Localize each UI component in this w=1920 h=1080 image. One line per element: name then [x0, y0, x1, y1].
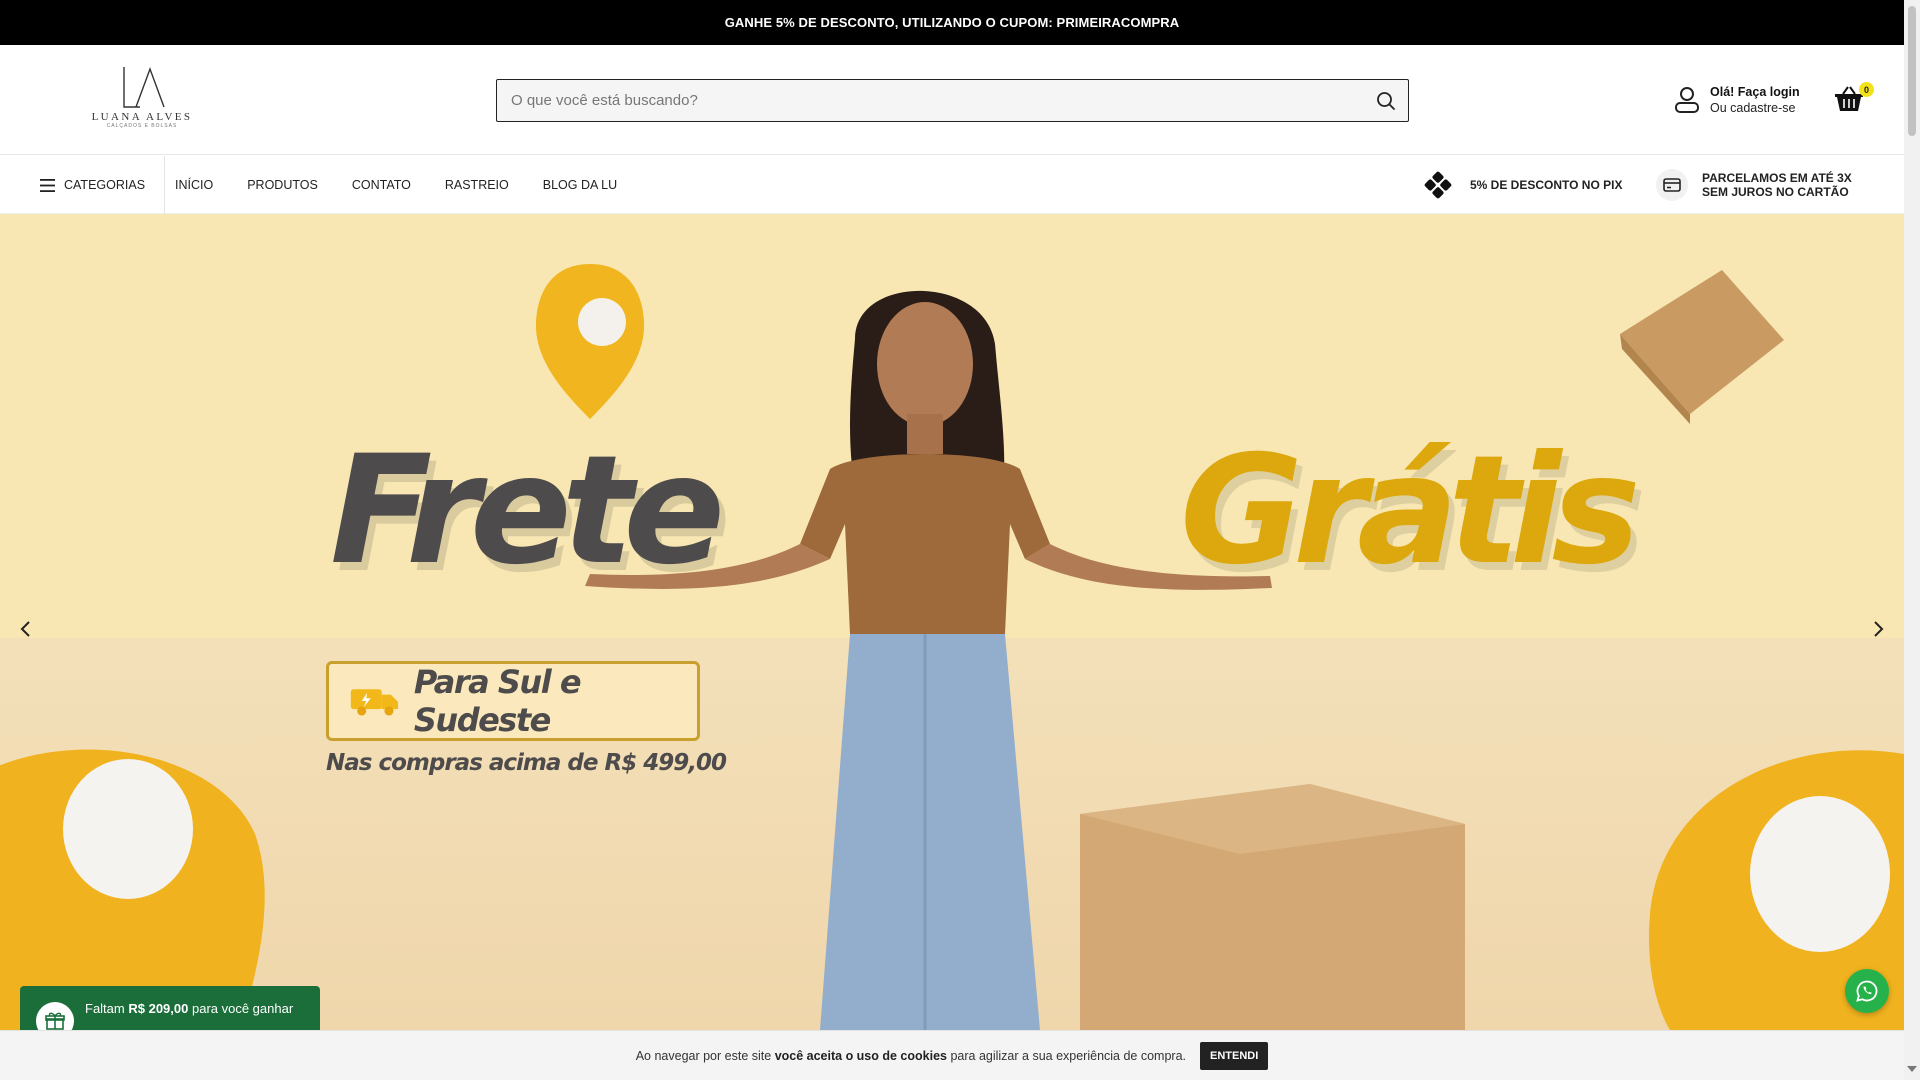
whatsapp-icon [1856, 980, 1878, 1002]
free-shipping-suffix: para você ganhar [191, 1000, 294, 1016]
location-pin-icon [535, 264, 645, 419]
whatsapp-button[interactable] [1845, 969, 1889, 1013]
pix-perk-text: 5% DE DESCONTO NO PIX [1470, 178, 1623, 192]
nav-links: INÍCIO PRODUTOS CONTATO RASTREIO BLOG DA… [175, 156, 651, 214]
search-button[interactable] [1364, 80, 1408, 121]
nav-link-blog[interactable]: BLOG DA LU [543, 178, 617, 192]
main-nav: CATEGORIAS INÍCIO PRODUTOS CONTATO RASTR… [0, 156, 1904, 214]
scroll-down-arrow-icon[interactable] [1907, 1066, 1917, 1072]
delivery-truck-icon [350, 689, 399, 716]
login-label[interactable]: Olá! Faça login [1710, 85, 1800, 99]
hero-banner[interactable]: Frete Grátis Para Sul e Sudeste Nas comp… [0, 214, 1904, 1030]
hero-title-gratis: Grátis [1180, 424, 1641, 598]
categories-menu-button[interactable]: CATEGORIAS [40, 156, 166, 214]
cookie-text-after: para agilizar a sua experiência de compr… [946, 1048, 1187, 1063]
box-icon [1080, 784, 1465, 1030]
box-icon [1620, 270, 1784, 424]
signup-label[interactable]: Ou cadastre-se [1710, 101, 1800, 115]
installments-line1: PARCELAMOS EM ATÉ 3X [1702, 171, 1852, 185]
cookie-consent-bar: Ao navegar por este site você aceita o u… [0, 1030, 1904, 1080]
pix-icon [1424, 171, 1452, 199]
chevron-left-icon [20, 621, 30, 637]
carousel-prev-button[interactable] [10, 614, 40, 644]
logo-name: LUANA ALVES [91, 111, 193, 123]
minimum-purchase-text: Nas compras acima de R$ 499,00 [326, 750, 727, 776]
chevron-right-icon [1874, 621, 1884, 637]
pix-discount-perk: 5% DE DESCONTO NO PIX [1420, 156, 1622, 214]
nav-link-rastreio[interactable]: RASTREIO [445, 178, 509, 192]
search-bar [496, 79, 1409, 122]
shipping-region-text: Para Sul e Sudeste [413, 663, 582, 739]
logo-mark-icon [123, 66, 165, 108]
free-shipping-prefix: Faltam [85, 1000, 125, 1016]
scrollbar-thumb[interactable] [1908, 6, 1916, 136]
hero-title-frete: Frete [330, 424, 725, 598]
search-icon [1377, 91, 1395, 110]
categories-label[interactable]: CATEGORIAS [64, 178, 145, 192]
cookie-text-before: Ao navegar por este site [635, 1048, 775, 1063]
shipping-region-box: Para Sul e Sudeste [326, 661, 700, 741]
account-login[interactable]: Olá! Faça login Ou cadastre-se [1674, 85, 1800, 115]
cookie-accept-button[interactable]: ENTENDI [1200, 1041, 1269, 1070]
credit-card-icon [1656, 169, 1688, 201]
hamburger-icon [40, 178, 55, 192]
announcement-text: GANHE 5% DE DESCONTO, UTILIZANDO O CUPOM… [724, 15, 1180, 30]
search-input[interactable] [497, 80, 1364, 121]
site-header: LUANA ALVES CALÇADOS E BOLSAS Olá! Faça … [0, 45, 1904, 155]
cookie-text-bold: você aceita o uso de cookies [774, 1048, 947, 1063]
carousel-next-button[interactable] [1864, 614, 1894, 644]
page-scrollbar[interactable] [1904, 0, 1920, 1080]
nav-link-produtos[interactable]: PRODUTOS [247, 178, 318, 192]
user-icon [1675, 87, 1699, 113]
installments-line2: SEM JUROS NO CARTÃO [1702, 185, 1849, 199]
store-logo[interactable]: LUANA ALVES CALÇADOS E BOLSAS [86, 65, 198, 137]
banner-decorations [0, 264, 1904, 1030]
nav-link-contato[interactable]: CONTATO [352, 178, 411, 192]
announcement-bar: GANHE 5% DE DESCONTO, UTILIZANDO O CUPOM… [0, 0, 1904, 45]
free-shipping-amount: R$ 209,00 [128, 1000, 189, 1016]
installments-perk: PARCELAMOS EM ATÉ 3X SEM JUROS NO CARTÃO [1656, 156, 1852, 214]
cart-button[interactable]: 0 [1834, 82, 1874, 119]
cart-count-badge: 0 [1859, 82, 1874, 97]
cookie-message: Ao navegar por este site você aceita o u… [636, 1049, 1186, 1063]
logo-tagline: CALÇADOS E BOLSAS [106, 123, 178, 129]
free-shipping-progress-bar[interactable]: Faltam R$ 209,00 para você ganhar [20, 986, 320, 1040]
nav-link-inicio[interactable]: INÍCIO [175, 178, 213, 192]
